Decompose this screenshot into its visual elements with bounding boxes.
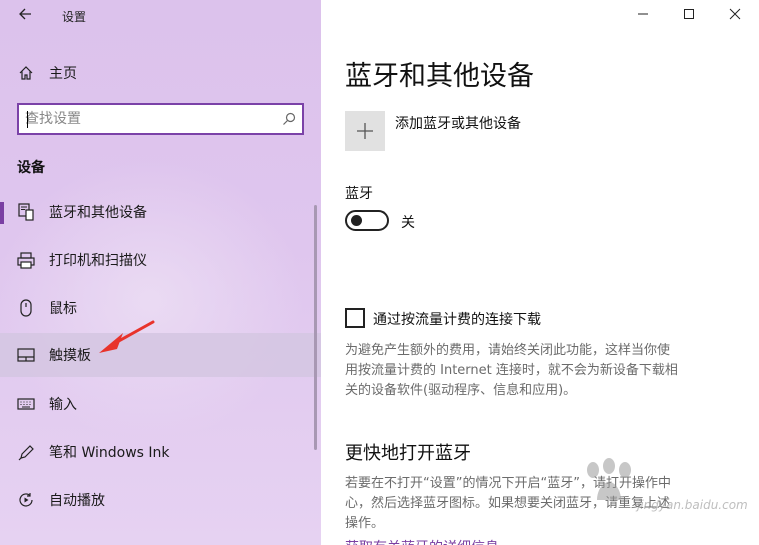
- nav-item-touchpad[interactable]: 触摸板: [0, 333, 321, 377]
- text-caret: [27, 111, 28, 128]
- keyboard-icon: [16, 394, 36, 414]
- paw-logo-icon: [587, 458, 631, 500]
- page-title: 蓝牙和其他设备: [345, 61, 534, 92]
- maximize-button[interactable]: [677, 6, 701, 26]
- metered-description-line: 关的设备软件(驱动程序、信息和应用)。: [345, 383, 577, 398]
- nav-item-bluetooth[interactable]: 蓝牙和其他设备: [0, 190, 321, 234]
- metered-description-line: 用按流量计费的 Internet 连接时，就不会为新设备下载相: [345, 363, 678, 378]
- search-field[interactable]: [17, 103, 304, 135]
- quick-bluetooth-heading: 更快地打开蓝牙: [345, 443, 471, 464]
- nav-item-label: 自动播放: [49, 493, 105, 509]
- watermark: jingyan.baidu.com: [579, 458, 748, 528]
- nav-item-label: 鼠标: [49, 301, 77, 317]
- maximize-icon: [684, 9, 694, 19]
- nav-item-autoplay[interactable]: 自动播放: [0, 478, 321, 522]
- search-input[interactable]: [25, 109, 275, 129]
- add-device-label[interactable]: 添加蓝牙或其他设备: [395, 113, 521, 133]
- close-icon: [729, 8, 741, 20]
- nav-item-label: 蓝牙和其他设备: [49, 205, 147, 221]
- annotation-arrow-icon: [99, 320, 155, 353]
- bluetooth-heading: 蓝牙: [345, 186, 373, 202]
- toggle-knob: [351, 215, 362, 226]
- search-icon[interactable]: [282, 112, 296, 126]
- autoplay-icon: [16, 490, 36, 510]
- bluetooth-state-label: 关: [401, 215, 415, 231]
- nav-item-printers[interactable]: 打印机和扫描仪: [0, 238, 321, 282]
- nav-item-label: 笔和 Windows Ink: [49, 445, 170, 461]
- nav-section-title: 设备: [17, 160, 45, 176]
- nav-home-label: 主页: [49, 66, 77, 82]
- plus-icon: [357, 123, 373, 139]
- metered-description-line: 为避免产生额外的费用，请始终关闭此功能，这样当你使: [345, 343, 671, 358]
- navigation-pane: 设置 主页 设备 蓝牙和其他设备 打印机和扫描仪 鼠标 触摸板: [0, 0, 321, 545]
- bluetooth-toggle[interactable]: [345, 210, 389, 231]
- back-arrow-icon: [19, 8, 31, 20]
- nav-home[interactable]: 主页: [0, 51, 321, 95]
- close-button[interactable]: [723, 6, 747, 26]
- add-device-button[interactable]: [345, 111, 385, 151]
- metered-download-checkbox[interactable]: [345, 308, 365, 328]
- nav-item-label: 输入: [49, 397, 77, 413]
- app-title: 设置: [62, 10, 87, 24]
- pen-icon: [16, 442, 36, 462]
- bluetooth-device-icon: [16, 202, 36, 222]
- nav-scrollbar[interactable]: [314, 205, 317, 450]
- back-button[interactable]: [14, 6, 36, 26]
- content-pane: 蓝牙和其他设备 添加蓝牙或其他设备 蓝牙 关 通过按流量计费的连接下载 为避免产…: [321, 0, 759, 545]
- metered-download-label[interactable]: 通过按流量计费的连接下载: [373, 309, 541, 329]
- nav-item-mouse[interactable]: 鼠标: [0, 286, 321, 330]
- nav-item-pen[interactable]: 笔和 Windows Ink: [0, 430, 321, 474]
- watermark-text: jingyan.baidu.com: [637, 498, 748, 512]
- minimize-button[interactable]: [631, 6, 655, 26]
- nav-item-label: 打印机和扫描仪: [49, 253, 147, 269]
- printer-icon: [16, 250, 36, 270]
- title-bar-left: 设置: [0, 0, 321, 32]
- minimize-icon: [638, 13, 648, 15]
- touchpad-icon: [16, 345, 36, 365]
- home-icon: [16, 63, 36, 83]
- nav-item-label: 触摸板: [49, 348, 91, 364]
- nav-item-typing[interactable]: 输入: [0, 382, 321, 426]
- mouse-icon: [16, 298, 36, 318]
- bluetooth-info-link[interactable]: 获取有关蓝牙的详细信息: [345, 537, 499, 545]
